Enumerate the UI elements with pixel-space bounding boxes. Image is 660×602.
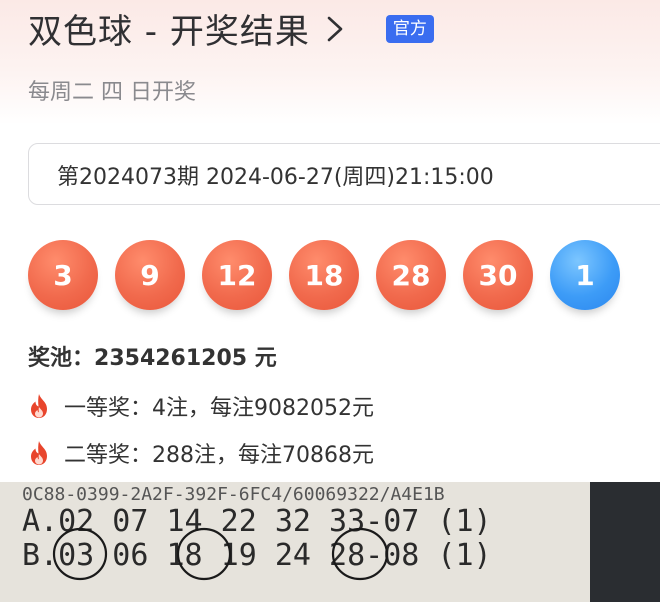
background-dark-area xyxy=(590,482,660,602)
red-ball: 28 xyxy=(376,240,446,310)
fire-icon xyxy=(31,394,47,418)
circle-mark xyxy=(331,527,389,581)
prize-text: 二等奖：288注，每注70868元 xyxy=(64,443,374,468)
chevron-right-icon[interactable] xyxy=(324,12,346,46)
circle-mark xyxy=(176,527,232,581)
red-ball: 12 xyxy=(202,240,272,310)
red-ball: 30 xyxy=(463,240,533,310)
lottery-ticket-photo: 0C88-0399-2A2F-392F-6FC4/60069322/A4E1B … xyxy=(0,482,590,602)
draw-schedule: 每周二 四 日开奖 xyxy=(28,80,196,105)
prize-row-first: 一等奖：4注，每注9082052元 xyxy=(28,390,374,422)
red-ball: 9 xyxy=(115,240,185,310)
page-title[interactable]: 双色球 - 开奖结果 xyxy=(28,4,310,53)
red-ball: 3 xyxy=(28,240,98,310)
blue-ball: 1 xyxy=(550,240,620,310)
prize-pool-amount: 2354261205 元 xyxy=(94,346,277,371)
handwritten-circles xyxy=(52,527,389,581)
prize-text: 一等奖：4注，每注9082052元 xyxy=(64,396,374,421)
title-row[interactable]: 双色球 - 开奖结果 官方 xyxy=(28,4,434,53)
circle-mark xyxy=(52,527,108,581)
prize-pool-label: 奖池： xyxy=(28,346,95,371)
prize-row-second: 二等奖：288注，每注70868元 xyxy=(28,437,374,469)
official-badge: 官方 xyxy=(385,14,434,43)
lottery-result-card: 双色球 - 开奖结果 官方 每周二 四 日开奖 第2024073期 2024-0… xyxy=(0,0,660,482)
prize-pool: 奖池：2354261205 元 xyxy=(28,340,277,372)
issue-select-value[interactable]: 第2024073期 2024-06-27(周四)21:15:00 xyxy=(57,159,494,191)
fire-icon xyxy=(31,441,47,465)
red-ball: 18 xyxy=(289,240,359,310)
issue-select[interactable]: 第2024073期 2024-06-27(周四)21:15:00 xyxy=(28,143,660,205)
